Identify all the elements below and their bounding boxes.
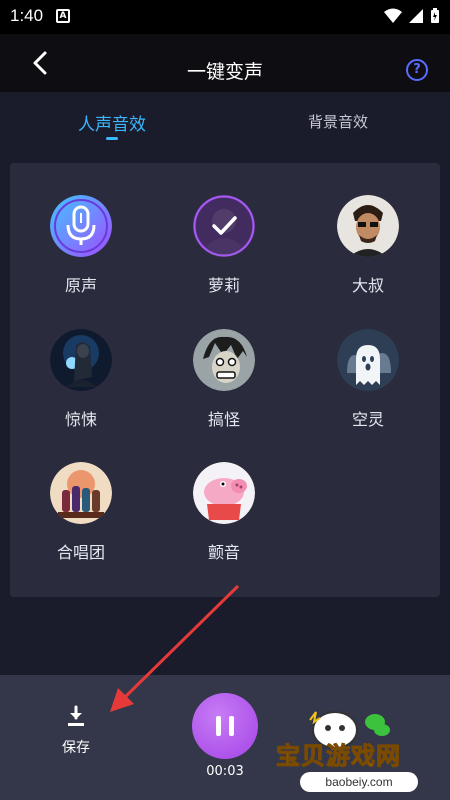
effect-label: 颤音 <box>207 543 240 562</box>
active-tab-indicator <box>106 137 118 140</box>
pause-icon <box>216 716 221 736</box>
battery-icon <box>431 8 439 23</box>
effect-label: 大叔 <box>351 276 384 295</box>
effect-item[interactable]: 原声 <box>31 195 131 296</box>
tab-bar: 人声音效 背景音效 <box>0 92 450 152</box>
download-icon <box>68 705 84 726</box>
effect-item[interactable]: 空灵 <box>318 329 418 430</box>
page-title: 一键变声 <box>186 61 263 83</box>
effect-item[interactable]: 大叔 <box>318 195 418 296</box>
tab-background-effects[interactable]: 背景音效 <box>308 111 368 132</box>
status-bar: 1:40 A <box>0 0 450 34</box>
status-time: 1:40 <box>10 6 44 25</box>
effect-label: 萝莉 <box>207 276 240 295</box>
signal-icon <box>409 9 423 23</box>
pause-button[interactable] <box>192 693 258 759</box>
thriller-avatar <box>50 329 112 391</box>
effects-panel: 原声 萝莉 大叔 惊悚 搞怪 空灵 合唱团 颤音 <box>10 163 440 597</box>
ghost-avatar <box>337 329 399 391</box>
wifi-icon <box>384 8 402 23</box>
effect-item[interactable]: 颤音 <box>174 462 274 563</box>
pig-avatar <box>193 462 255 524</box>
playback-time: 00:03 <box>206 764 244 779</box>
header: 一键变声 ? <box>0 34 450 92</box>
loli-avatar <box>193 195 255 257</box>
tab-vocal-effects[interactable]: 人声音效 <box>78 110 146 135</box>
effect-label: 搞怪 <box>207 410 240 429</box>
funny-avatar <box>193 329 255 391</box>
help-icon[interactable]: ? <box>406 59 428 81</box>
watermark-logo: 宝贝游戏网 baobeiy.com <box>270 700 440 800</box>
effect-item-selected[interactable]: 萝莉 <box>174 195 274 296</box>
effect-item[interactable]: 合唱团 <box>31 462 131 563</box>
notification-badge-icon: A <box>56 9 70 23</box>
uncle-avatar <box>337 195 399 257</box>
effect-label: 合唱团 <box>56 543 105 562</box>
save-button[interactable]: 保存 <box>48 705 104 757</box>
microphone-icon <box>50 195 112 257</box>
save-label: 保存 <box>62 740 90 756</box>
choir-avatar <box>50 462 112 524</box>
watermark-text: 宝贝游戏网 <box>276 742 401 771</box>
effect-label: 原声 <box>64 276 97 295</box>
effect-item[interactable]: 搞怪 <box>174 329 274 430</box>
effect-label: 空灵 <box>351 410 384 429</box>
watermark-url: baobeiy.com <box>300 772 418 792</box>
status-icons <box>384 8 440 24</box>
effect-item[interactable]: 惊悚 <box>31 329 131 430</box>
effect-label: 惊悚 <box>64 410 97 429</box>
